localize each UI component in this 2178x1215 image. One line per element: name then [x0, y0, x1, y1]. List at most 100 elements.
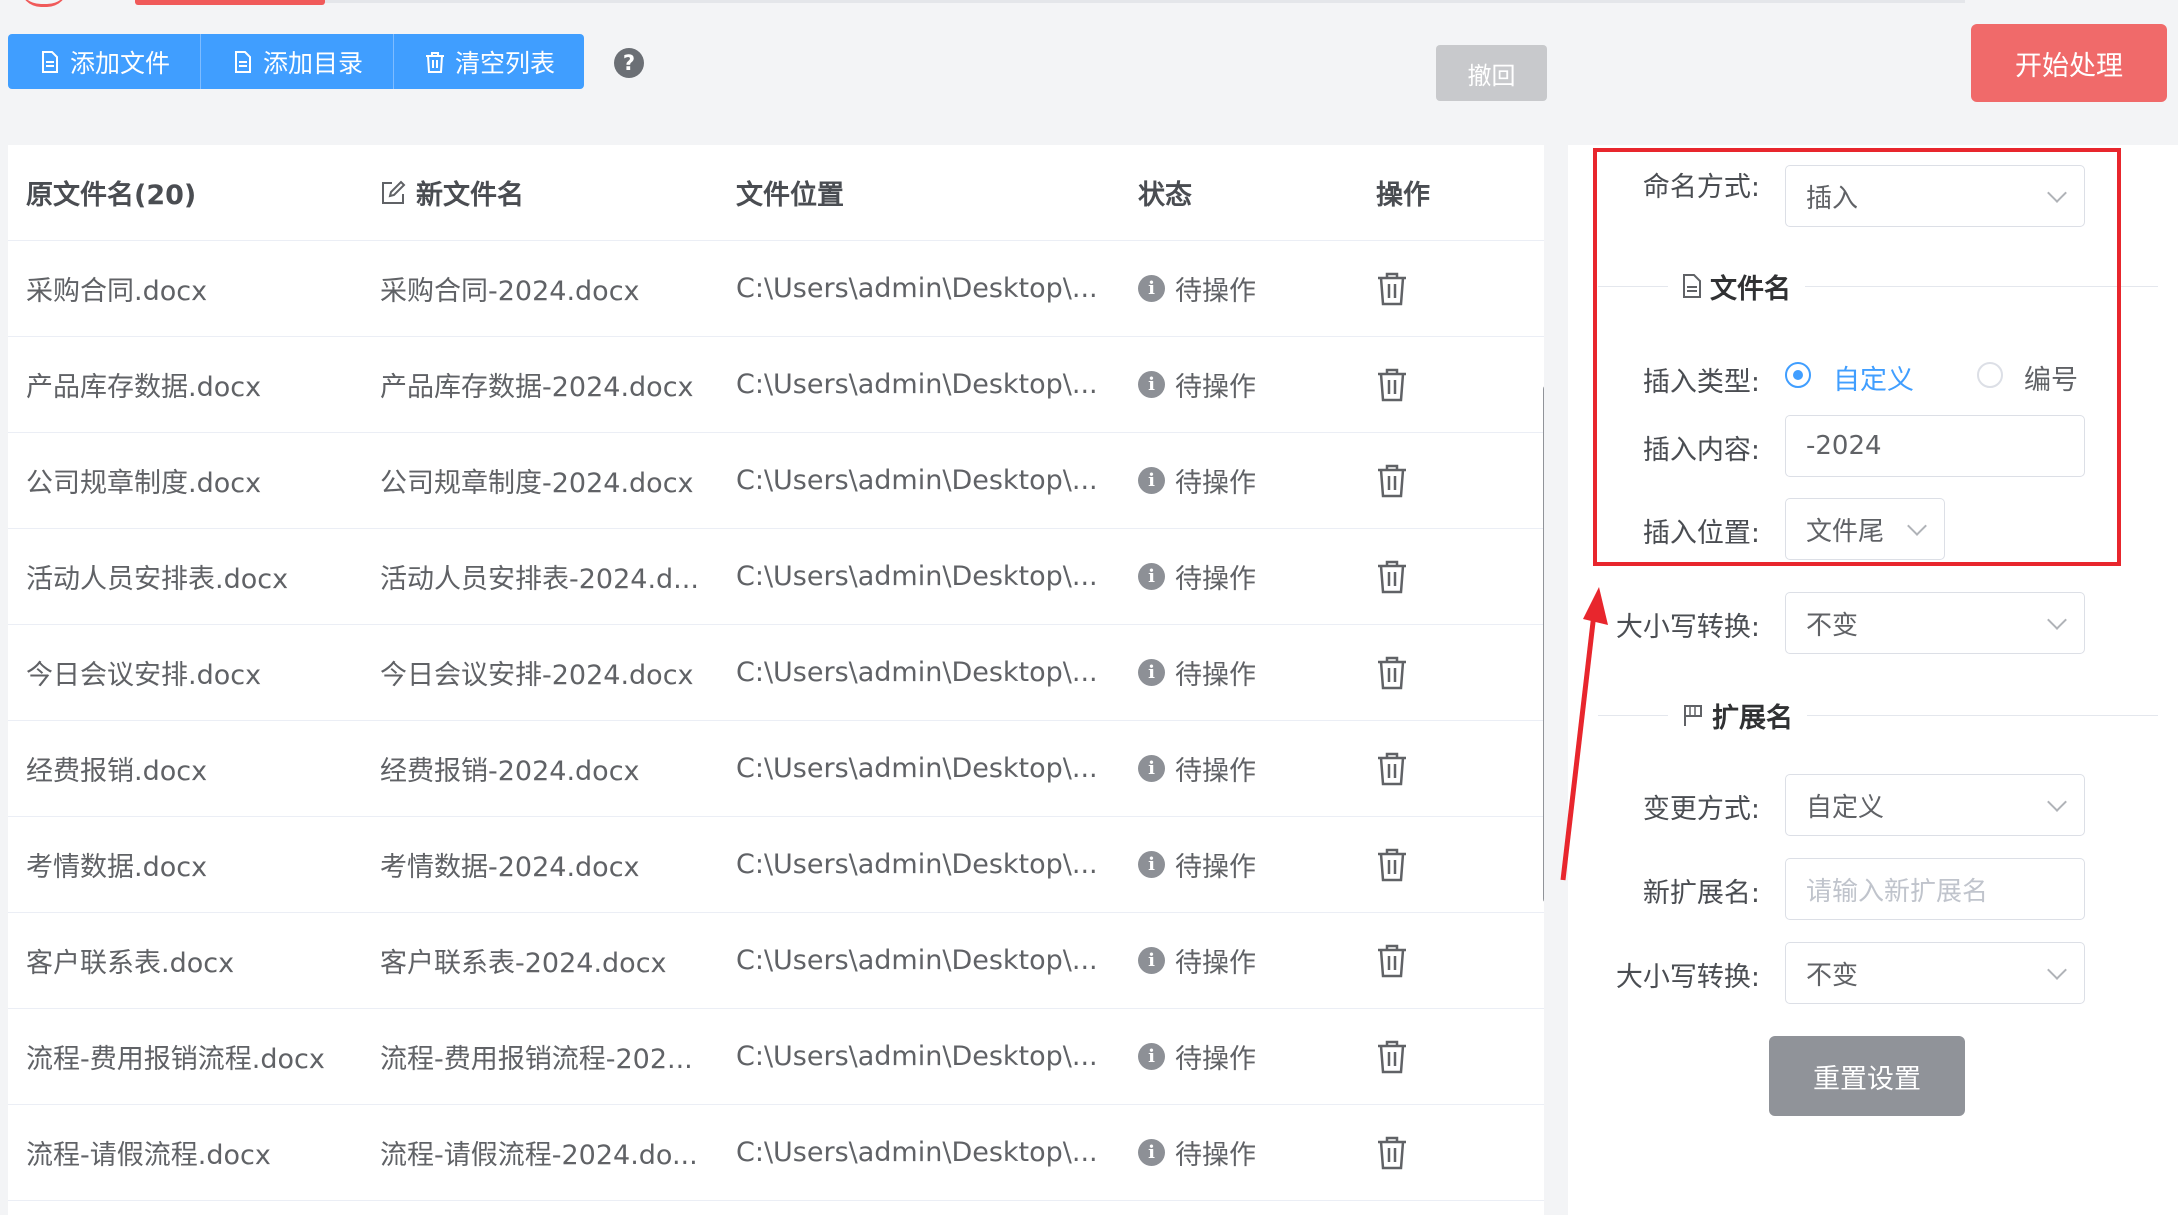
table-row[interactable]: 产品库存数据.docx 产品库存数据-2024.docx C:\Users\admi… — [8, 337, 1544, 433]
info-icon: i — [1138, 371, 1165, 398]
delete-button[interactable] — [1376, 529, 1408, 624]
original-filename: 考情数据.docx — [26, 852, 208, 883]
table-row[interactable]: 今日会议安排.docx 今日会议安排-2024.docx C:\Users\admi… — [8, 625, 1544, 721]
edit-icon — [380, 180, 406, 206]
annotation-highlight-box — [1593, 148, 2121, 566]
info-icon: i — [1138, 947, 1165, 974]
clear-list-button[interactable]: 清空列表 — [394, 34, 584, 89]
status-cell: i 待操作 — [1138, 1105, 1256, 1200]
header-original-name: 原文件名(20) — [26, 180, 197, 211]
new-filename: 流程-费用报销流程-202... — [380, 1044, 693, 1075]
new-filename: 公司规章制度-2024.docx — [380, 468, 694, 499]
file-location: C:\Users\admin\Desktop\... — [736, 1137, 1098, 1168]
new-filename: 今日会议安排-2024.docx — [380, 660, 694, 691]
file-location: C:\Users\admin\Desktop\... — [736, 561, 1098, 592]
trash-icon — [1376, 655, 1408, 691]
new-filename: 活动人员安排表-2024.d... — [380, 564, 699, 595]
delete-button[interactable] — [1376, 625, 1408, 720]
case-convert-select[interactable]: 不变 — [1785, 592, 2085, 654]
status-text: 待操作 — [1175, 564, 1256, 595]
info-icon: i — [1138, 467, 1165, 494]
add-file-button[interactable]: 添加文件 — [8, 34, 201, 89]
status-text: 待操作 — [1175, 948, 1256, 979]
trash-icon — [1376, 751, 1408, 787]
original-filename: 经费报销.docx — [26, 756, 208, 787]
original-filename: 流程-请假流程.docx — [26, 1140, 271, 1171]
status-text: 待操作 — [1175, 660, 1256, 691]
delete-button[interactable] — [1376, 1105, 1408, 1200]
start-processing-button[interactable]: 开始处理 — [1971, 24, 2167, 102]
trash-icon — [423, 49, 447, 75]
trash-icon — [1376, 847, 1408, 883]
table-row[interactable]: 经费报销.docx 经费报销-2024.docx C:\Users\admin\De… — [8, 721, 1544, 817]
info-icon: i — [1138, 275, 1165, 302]
trash-icon — [1376, 943, 1408, 979]
delete-button[interactable] — [1376, 433, 1408, 528]
file-icon — [231, 49, 255, 75]
status-text: 待操作 — [1175, 276, 1256, 307]
help-icon[interactable]: ? — [614, 48, 644, 78]
add-directory-button[interactable]: 添加目录 — [201, 34, 394, 89]
new-extension-input[interactable]: 请输入新扩展名 — [1785, 858, 2085, 920]
toolbar-button-group: 添加文件 添加目录 清空列表 — [8, 34, 584, 89]
table-row[interactable]: 公司规章制度.docx 公司规章制度-2024.docx C:\Users\admi… — [8, 433, 1544, 529]
new-filename: 经费报销-2024.docx — [380, 756, 640, 787]
status-cell: i 待操作 — [1138, 433, 1256, 528]
extension-case-select[interactable]: 不变 — [1785, 942, 2085, 1004]
trash-icon — [1376, 463, 1408, 499]
file-location: C:\Users\admin\Desktop\... — [736, 657, 1098, 688]
status-text: 待操作 — [1175, 852, 1256, 883]
status-text: 待操作 — [1175, 372, 1256, 403]
table-row[interactable]: 客户联系表.docx 客户联系表-2024.docx C:\Users\admin\… — [8, 913, 1544, 1009]
delete-button[interactable] — [1376, 913, 1408, 1008]
trash-icon — [1376, 1135, 1408, 1171]
info-icon: i — [1138, 1043, 1165, 1070]
app-logo — [20, 0, 68, 7]
info-icon: i — [1138, 851, 1165, 878]
change-mode-select[interactable]: 自定义 — [1785, 774, 2085, 836]
table-row[interactable]: 活动人员安排表.docx 活动人员安排表-2024.d... C:\Users\ad… — [8, 529, 1544, 625]
new-filename: 流程-请假流程-2024.do... — [380, 1140, 698, 1171]
original-filename: 公司规章制度.docx — [26, 468, 262, 499]
table-row[interactable]: 考情数据.docx 考情数据-2024.docx C:\Users\admin\De… — [8, 817, 1544, 913]
header-status: 状态 — [1138, 180, 1192, 211]
active-tab-indicator — [135, 0, 325, 5]
status-text: 待操作 — [1175, 468, 1256, 499]
extension-section-title: 扩展名 — [1668, 695, 1807, 735]
original-filename: 采购合同.docx — [26, 276, 208, 307]
flag-icon — [1682, 703, 1704, 727]
header-location: 文件位置 — [736, 180, 844, 211]
file-location: C:\Users\admin\Desktop\... — [736, 753, 1098, 784]
delete-button[interactable] — [1376, 337, 1408, 432]
table-row[interactable]: 流程-请假流程.docx 流程-请假流程-2024.do... C:\Users\a… — [8, 1105, 1544, 1201]
new-filename: 考情数据-2024.docx — [380, 852, 640, 883]
undo-button[interactable]: 撤回 — [1436, 45, 1547, 101]
tab-bar-line — [325, 0, 1965, 3]
file-location: C:\Users\admin\Desktop\... — [736, 945, 1098, 976]
chevron-down-icon — [2047, 610, 2067, 630]
table-row[interactable]: 采购合同.docx 采购合同-2024.docx C:\Users\admin\De… — [8, 241, 1544, 337]
file-icon — [38, 49, 62, 75]
delete-button[interactable] — [1376, 817, 1408, 912]
original-filename: 活动人员安排表.docx — [26, 564, 289, 595]
table-header: 原文件名(20) 新文件名 文件位置 状态 操作 — [8, 145, 1544, 241]
table-row[interactable]: 流程-费用报销流程.docx 流程-费用报销流程-202... C:\Users\a… — [8, 1009, 1544, 1105]
new-filename: 客户联系表-2024.docx — [380, 948, 667, 979]
header-new-name: 新文件名 — [380, 145, 524, 240]
file-location: C:\Users\admin\Desktop\... — [736, 465, 1098, 496]
file-location: C:\Users\admin\Desktop\... — [736, 1041, 1098, 1072]
table-scrollbar[interactable] — [1543, 385, 1544, 903]
status-cell: i 待操作 — [1138, 1009, 1256, 1104]
info-icon: i — [1138, 1139, 1165, 1166]
status-text: 待操作 — [1175, 756, 1256, 787]
original-filename: 客户联系表.docx — [26, 948, 235, 979]
extension-case-label: 大小写转换: — [1615, 962, 1760, 993]
info-icon: i — [1138, 755, 1165, 782]
trash-icon — [1376, 271, 1408, 307]
status-text: 待操作 — [1175, 1140, 1256, 1171]
delete-button[interactable] — [1376, 241, 1408, 336]
reset-settings-button[interactable]: 重置设置 — [1769, 1036, 1965, 1116]
chevron-down-icon — [2047, 960, 2067, 980]
delete-button[interactable] — [1376, 1009, 1408, 1104]
delete-button[interactable] — [1376, 721, 1408, 816]
